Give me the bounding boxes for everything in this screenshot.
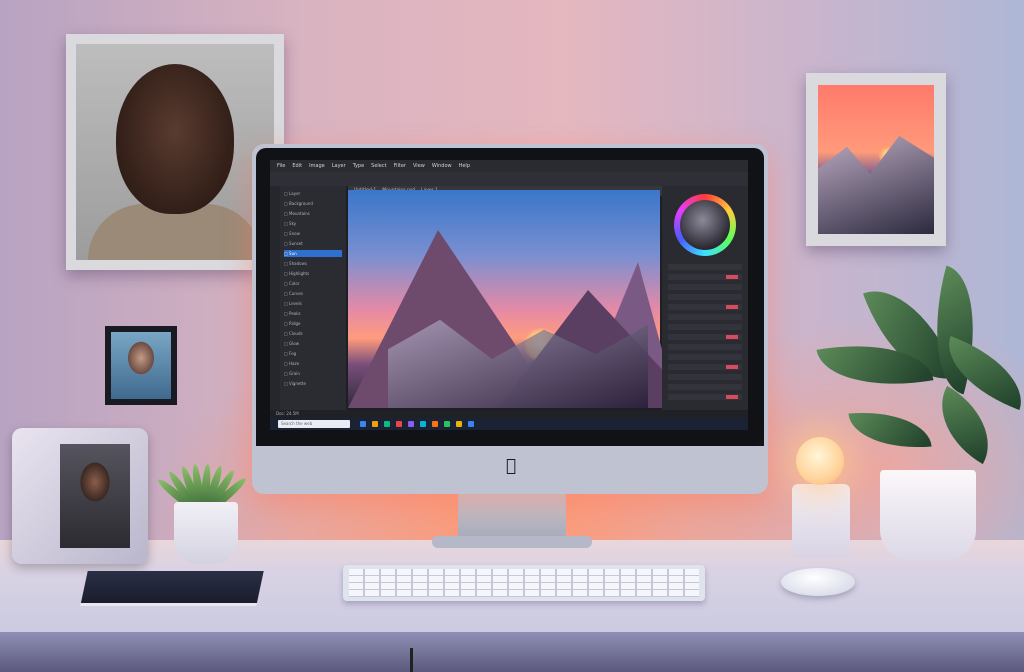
layer-row[interactable]: □ Layer	[284, 190, 342, 197]
big-plant-leaves	[816, 265, 1024, 480]
layer-row[interactable]: □ Curves	[284, 290, 342, 297]
layer-row[interactable]: □ Levels	[284, 300, 342, 307]
layer-row[interactable]: □ Glow	[284, 340, 342, 347]
succulent-pot	[174, 502, 238, 564]
adjustment-row[interactable]	[668, 374, 742, 380]
color-wheel-center	[680, 200, 730, 250]
layer-row[interactable]: □ Clouds	[284, 330, 342, 337]
adjustment-row[interactable]	[668, 314, 742, 320]
adjustment-row[interactable]	[668, 354, 742, 360]
menu-item[interactable]: Layer	[332, 163, 346, 169]
taskbar-app-icon[interactable]	[432, 421, 438, 427]
taskbar: Search the web	[270, 418, 748, 430]
sunset-mountains	[818, 135, 934, 234]
adjustment-row[interactable]	[668, 384, 742, 390]
big-plant-pot	[880, 470, 976, 560]
layer-row[interactable]: □ Mountains	[284, 210, 342, 217]
color-chip	[726, 365, 738, 369]
taskbar-app-icon[interactable]	[372, 421, 378, 427]
taskbar-search-input[interactable]: Search the web	[278, 420, 350, 428]
taskbar-app-icon[interactable]	[456, 421, 462, 427]
menu-item[interactable]: Filter	[394, 163, 406, 169]
status-text: Doc: 24.5M	[276, 411, 299, 416]
menu-item[interactable]: View	[413, 163, 425, 169]
taskbar-app-icon[interactable]	[360, 421, 366, 427]
sunset-art	[818, 85, 934, 234]
layer-row[interactable]: □ Sky	[284, 220, 342, 227]
taskbar-app-icon[interactable]	[420, 421, 426, 427]
layer-row[interactable]: □ Color	[284, 280, 342, 287]
menu-item[interactable]: Window	[432, 163, 452, 169]
photo-editor-screen: File Edit Image Layer Type Select Filter View Wi…	[270, 160, 748, 430]
layer-row[interactable]: □ Highlights	[284, 270, 342, 277]
color-chip	[726, 395, 738, 399]
lamp-base	[792, 484, 850, 558]
portrait-art	[76, 44, 274, 260]
layer-row[interactable]: □ Fog	[284, 350, 342, 357]
menu-item[interactable]: Type	[353, 163, 364, 169]
portrait-face	[116, 64, 234, 214]
taskbar-app-icon[interactable]	[396, 421, 402, 427]
taskbar-app-icon[interactable]	[468, 421, 474, 427]
small-portrait-art	[111, 332, 171, 399]
keyboard[interactable]	[343, 565, 705, 601]
layer-row[interactable]: □ Peaks	[284, 310, 342, 317]
cable	[410, 648, 413, 672]
photo-cube-art	[60, 444, 130, 548]
adjustment-row[interactable]	[668, 394, 742, 400]
image-canvas[interactable]	[348, 190, 698, 408]
layer-row[interactable]: □ Background	[284, 200, 342, 207]
book	[80, 571, 264, 606]
monitor-stand-foot	[432, 536, 592, 548]
sunset-frame	[806, 73, 946, 246]
adjustment-row[interactable]	[668, 324, 742, 330]
layer-row[interactable]: □ Ridge	[284, 320, 342, 327]
adjustment-row[interactable]	[668, 274, 742, 280]
options-bar[interactable]	[270, 172, 748, 186]
adjustment-row[interactable]	[668, 344, 742, 350]
adjustment-row[interactable]	[668, 294, 742, 300]
adjustment-row[interactable]	[668, 284, 742, 290]
adjustment-row[interactable]	[668, 304, 742, 310]
layer-row[interactable]: □ Grain	[284, 370, 342, 377]
color-chip	[726, 335, 738, 339]
desk-front	[0, 632, 1024, 672]
tools-panel[interactable]	[270, 186, 280, 418]
keyboard-key-rows	[349, 569, 699, 597]
small-portrait-frame	[105, 326, 177, 405]
color-chip	[726, 275, 738, 279]
menu-bar: File Edit Image Layer Type Select Filter View Wi…	[270, 160, 748, 172]
layers-panel[interactable]: □ Layer □ Background □ Mountains □ Sky □ Sno…	[280, 186, 346, 418]
photo-cube	[12, 428, 148, 564]
menu-item[interactable]: Image	[309, 163, 325, 169]
menu-item[interactable]: Edit	[292, 163, 302, 169]
monitor-stand	[458, 494, 566, 538]
menu-item[interactable]: Select	[371, 163, 386, 169]
adjustment-row[interactable]	[668, 264, 742, 270]
layer-row[interactable]: □ Snow	[284, 230, 342, 237]
plant-leaf	[848, 406, 932, 454]
taskbar-app-icon[interactable]	[408, 421, 414, 427]
apple-logo-icon: 	[503, 457, 519, 475]
layer-row[interactable]: □ Sun	[284, 250, 342, 257]
layer-row[interactable]: □ Shadows	[284, 260, 342, 267]
layer-row[interactable]: □ Haze	[284, 360, 342, 367]
right-panel[interactable]	[662, 186, 748, 418]
color-chip	[726, 305, 738, 309]
status-bar: Doc: 24.5M	[270, 410, 748, 418]
taskbar-app-icon[interactable]	[444, 421, 450, 427]
taskbar-app-icon[interactable]	[384, 421, 390, 427]
layer-row[interactable]: □ Vignette	[284, 380, 342, 387]
layer-row[interactable]: □ Sunset	[284, 240, 342, 247]
adjustment-row[interactable]	[668, 334, 742, 340]
menu-item[interactable]: Help	[459, 163, 470, 169]
adjustment-row[interactable]	[668, 364, 742, 370]
color-wheel[interactable]	[674, 194, 736, 256]
succulent	[155, 458, 252, 512]
mouse[interactable]	[781, 568, 855, 596]
menu-item[interactable]: File	[277, 163, 285, 169]
